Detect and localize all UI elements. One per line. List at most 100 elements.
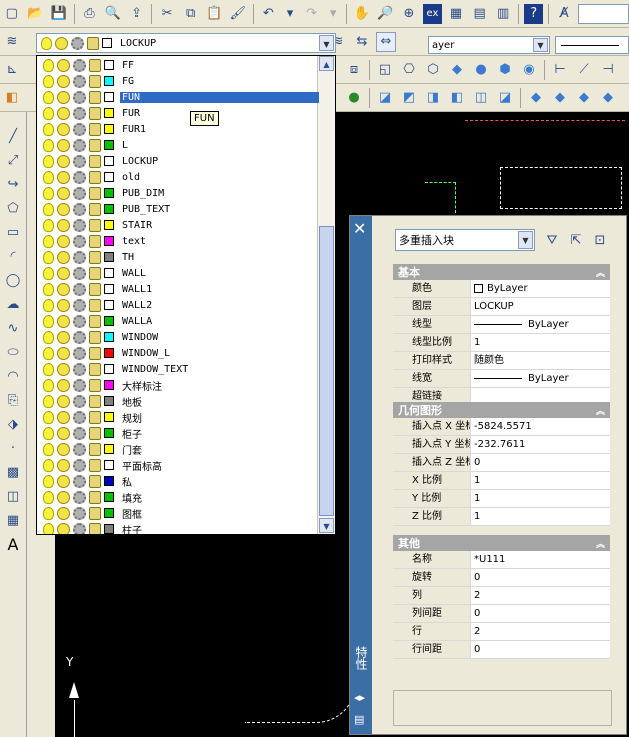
construction-line-icon[interactable]: ⤢ [3,150,23,170]
property-value-cell[interactable]: LOCKUP [470,298,610,315]
undo-dropdown-icon[interactable]: ▾ [282,4,298,24]
layer-combo[interactable]: LOCKUP ▼ [36,33,336,53]
lock-icon[interactable] [89,282,101,296]
layer-manager-icon[interactable]: ≋ [2,32,22,52]
hatch-icon[interactable]: ▩ [3,462,23,482]
viewport-freeze-icon[interactable] [73,250,86,264]
viewport-freeze-icon[interactable] [73,474,86,488]
property-value-cell[interactable]: 2 [470,623,610,640]
property-value-cell[interactable]: 随颜色 [470,352,610,369]
freeze-icon[interactable] [57,218,70,232]
chevron-down-icon[interactable]: ▼ [518,231,533,249]
on-off-icon[interactable] [43,522,54,534]
on-off-icon[interactable] [43,298,54,312]
property-value-cell[interactable]: 0 [470,454,610,471]
freeze-icon[interactable] [57,282,70,296]
layer-list-item[interactable]: WINDOW [37,329,319,345]
lock-icon[interactable] [89,426,101,440]
on-off-icon[interactable] [43,394,54,408]
on-off-icon[interactable] [43,426,54,440]
redo-dropdown-icon[interactable]: ▾ [325,4,341,24]
freeze-icon[interactable] [57,170,70,184]
polyline-icon[interactable]: ↪ [3,174,23,194]
on-off-icon[interactable] [43,314,54,328]
layer-list-item[interactable]: FF [37,57,319,73]
viewport-freeze-icon[interactable] [73,122,86,136]
lock-icon[interactable] [89,410,101,424]
iso-ne-icon[interactable]: ◆ [574,88,594,108]
freeze-icon[interactable] [57,522,70,534]
viewport-freeze-icon[interactable] [73,522,86,534]
property-row[interactable]: 线型 ByLayer [393,316,610,334]
property-row[interactable]: 插入点 Y 坐标 -232.7611 [393,436,610,454]
viewport-freeze-icon[interactable] [73,458,86,472]
viewport-freeze-icon[interactable] [73,154,86,168]
aligned-dim-icon[interactable]: ⟋ [574,60,594,80]
property-row[interactable]: 颜色 ByLayer [393,280,610,298]
property-row[interactable]: 线型比例 1 [393,334,610,352]
property-row[interactable]: 名称 *U111 [393,551,610,569]
lock-icon[interactable] [89,490,101,504]
lock-icon[interactable] [89,298,101,312]
linetype-combo[interactable]: ayer ▼ [428,36,550,54]
on-off-icon[interactable] [43,474,54,488]
layer-list-item[interactable]: 柜子 [37,425,319,441]
lock-icon[interactable] [89,442,101,456]
viewport-freeze-icon[interactable] [73,442,86,456]
torus-icon[interactable]: ◉ [519,60,539,80]
bottom-view-icon[interactable]: ⎔ [399,60,419,80]
view-left-icon[interactable]: ◨ [423,88,443,108]
on-off-icon[interactable] [43,90,54,104]
help-icon[interactable]: ? [523,3,544,24]
copy-icon[interactable]: ⧉ [181,4,201,24]
freeze-icon[interactable] [57,378,70,392]
lock-icon[interactable] [89,394,101,408]
pan-icon[interactable]: ✋ [352,4,372,24]
viewport-freeze-icon[interactable] [73,282,86,296]
lock-icon[interactable] [89,314,101,328]
viewport-freeze-icon[interactable] [73,426,86,440]
new-icon[interactable]: ▢ [2,4,22,24]
viewport-freeze-icon[interactable] [73,106,86,120]
table-icon[interactable]: ▦ [3,510,23,530]
box3d-icon[interactable]: ◧ [2,88,22,108]
lock-icon[interactable] [89,202,101,216]
layer-list-item[interactable]: TH [37,249,319,265]
lock-icon[interactable] [89,170,101,184]
property-row[interactable]: 线宽 ByLayer [393,370,610,388]
property-value-cell[interactable]: -5824.5571 [470,418,610,435]
express-tools-icon[interactable]: ex [422,3,443,24]
on-off-icon[interactable] [43,234,54,248]
layer-list-item[interactable]: 门套 [37,441,319,457]
chevron-down-icon[interactable]: ▼ [533,38,548,52]
freeze-icon[interactable] [57,138,70,152]
viewport-freeze-icon[interactable] [73,90,86,104]
auto-hide-icon[interactable]: ◂▸ [354,691,365,704]
on-off-icon[interactable] [43,410,54,424]
viewport-freeze-icon[interactable] [73,314,86,328]
point-icon[interactable]: · [3,438,23,458]
design-center-icon[interactable]: ▦ [446,4,466,24]
lock-icon[interactable] [89,106,101,120]
on-off-icon[interactable] [43,122,54,136]
scroll-down-icon[interactable]: ▼ [319,518,334,533]
on-off-icon[interactable] [43,282,54,296]
viewport-freeze-icon[interactable] [73,378,86,392]
property-row[interactable]: 旋转 0 [393,569,610,587]
lock-icon[interactable] [89,250,101,264]
layer-dropdown-list[interactable]: ▲ ▼ FF FG FUN FUR FUR1 L LOCKUP old PUB_DIM PUB_T… [36,55,336,535]
zoom-realtime-icon[interactable]: 🔎 [376,4,396,24]
viewport-freeze-icon[interactable] [73,410,86,424]
lock-icon[interactable] [89,346,101,360]
iso-nw-icon[interactable]: ◆ [598,88,618,108]
freeze-icon[interactable] [57,234,70,248]
property-value-cell[interactable]: 0 [470,641,610,658]
property-row[interactable]: Y 比例 1 [393,490,610,508]
freeze-icon[interactable] [57,202,70,216]
viewport-freeze-icon[interactable] [73,186,86,200]
ucs-x-icon[interactable]: ⧈ [344,60,364,80]
layer-list-item[interactable]: WALL1 [37,281,319,297]
freeze-icon[interactable] [57,506,70,520]
property-row[interactable]: 行2 [393,623,610,641]
viewport-freeze-icon[interactable] [73,394,86,408]
